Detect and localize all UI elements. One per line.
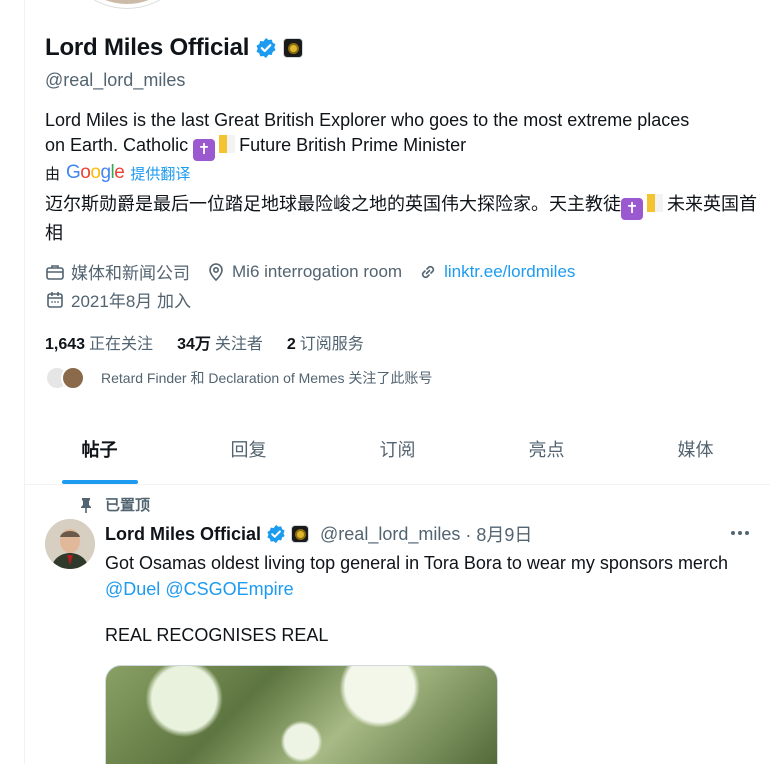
following-stat[interactable]: 1,643 正在关注: [45, 330, 153, 354]
subscriptions-count: 2: [286, 336, 296, 353]
tab-replies[interactable]: 回复: [174, 414, 323, 484]
verified-badge-icon: [267, 524, 285, 544]
profile-stats: 1,643 正在关注 34万 关注者 2 订阅服务: [45, 330, 364, 354]
post-body: Got Osamas oldest living top general in …: [105, 550, 745, 602]
profile-website[interactable]: linktr.ee/lordmiles: [418, 262, 575, 282]
latin-cross-emoji-icon: ✝: [193, 139, 216, 161]
followed-by-row[interactable]: Retard Finder 和 Declaration of Memes 关注了…: [45, 366, 432, 390]
bio-text: Future British Prime Minister: [239, 135, 467, 155]
profile-joined: 2021年8月 加入: [45, 287, 191, 312]
tab-label: 亮点: [528, 440, 565, 460]
vatican-flag-emoji-icon: [647, 194, 663, 212]
followers-label: 关注者: [214, 336, 263, 353]
translated-bio-text: 迈尔斯勋爵是最后一位踏足地球最险峻之地的英国伟大探险家。天主教徒: [45, 194, 621, 214]
following-count: 1,643: [45, 336, 86, 353]
translate-by-label: 由: [45, 165, 61, 183]
affiliate-badge-icon[interactable]: [283, 38, 304, 58]
affiliate-badge-icon: [291, 525, 310, 543]
location-label: Mi6 interrogation room: [232, 261, 403, 281]
location-pin-icon: [209, 262, 223, 281]
profile-category: 媒体和新闻公司: [45, 259, 190, 284]
tab-label: 订阅: [379, 440, 416, 460]
avatar: [61, 366, 85, 390]
vatican-flag-emoji-icon: [219, 135, 236, 153]
post-text: REAL RECOGNISES REAL: [105, 625, 329, 645]
post-text: Got Osamas oldest living top general in …: [105, 553, 728, 573]
briefcase-icon: [46, 264, 64, 280]
category-label: 媒体和新闻公司: [71, 264, 190, 283]
profile-display-name: Lord Miles Official: [45, 34, 250, 61]
translate-link[interactable]: 提供翻译: [130, 163, 190, 184]
pinned-text: 已置顶: [105, 497, 151, 514]
tab-highlights[interactable]: 亮点: [472, 414, 621, 484]
bio-text: on Earth. Catholic: [45, 135, 189, 155]
followers-stat[interactable]: 34万 关注者: [177, 330, 263, 354]
tab-posts[interactable]: 帖子: [25, 414, 174, 484]
subscriptions-stat[interactable]: 2 订阅服务: [287, 330, 364, 354]
bio-line: Lord Miles is the last Great British Exp…: [45, 110, 690, 130]
post-author-avatar[interactable]: [45, 519, 95, 569]
tab-label: 媒体: [677, 440, 714, 460]
post-author-handle[interactable]: @real_lord_miles: [320, 524, 460, 545]
profile-name-row: Lord Miles Official: [45, 34, 304, 62]
pin-icon: [81, 497, 91, 513]
post-header: Lord Miles Official @real_lord_miles · 8…: [105, 521, 532, 547]
translated-bio: 迈尔斯勋爵是最后一位踏足地球最险峻之地的英国伟大探险家。天主教徒 ✝ 未来英国首相: [45, 191, 757, 246]
profile-meta-row: 媒体和新闻公司 Mi6 interrogation room linktr.ee…: [45, 259, 591, 284]
subscriptions-label: 订阅服务: [299, 336, 364, 353]
tab-label: 回复: [230, 440, 267, 460]
post-author-name[interactable]: Lord Miles Official: [105, 524, 261, 545]
joined-label: 2021年8月 加入: [71, 292, 191, 311]
verified-badge-icon[interactable]: [255, 37, 277, 59]
profile-tabs: 帖子 回复 订阅 亮点 媒体: [25, 414, 770, 485]
mention-link[interactable]: @Duel: [105, 579, 160, 599]
link-icon: [421, 265, 435, 278]
pinned-label: 已置顶: [79, 494, 150, 515]
mention-link[interactable]: @CSGOEmpire: [165, 579, 293, 599]
bio-line: on Earth. Catholic ✝ Future British Prime…: [45, 133, 745, 161]
profile-location: Mi6 interrogation room: [206, 262, 402, 282]
tab-label: 帖子: [81, 440, 118, 460]
calendar-icon: [47, 291, 63, 308]
post-media-image[interactable]: [105, 665, 498, 764]
translation-attribution: 由 Google 提供翻译: [45, 162, 190, 184]
more-options-icon[interactable]: [728, 522, 752, 544]
active-tab-indicator: [61, 480, 138, 484]
following-label: 正在关注: [89, 336, 154, 353]
tab-media[interactable]: 媒体: [621, 414, 770, 484]
tab-subscriptions[interactable]: 订阅: [323, 414, 472, 484]
followed-by-text: Retard Finder 和 Declaration of Memes 关注了…: [101, 370, 433, 386]
followed-by-avatars: [45, 366, 91, 390]
profile-handle: @real_lord_miles: [45, 70, 186, 90]
latin-cross-emoji-icon: ✝: [621, 198, 643, 220]
avatar-photo: [45, 519, 95, 569]
google-logo: Google: [66, 162, 125, 183]
profile-joined-row: 2021年8月 加入: [45, 287, 207, 312]
post-timestamp[interactable]: · 8月9日: [465, 521, 532, 547]
website-link[interactable]: linktr.ee/lordmiles: [444, 262, 575, 282]
followers-count: 34万: [177, 336, 211, 353]
profile-bio: Lord Miles is the last Great British Exp…: [45, 108, 745, 161]
